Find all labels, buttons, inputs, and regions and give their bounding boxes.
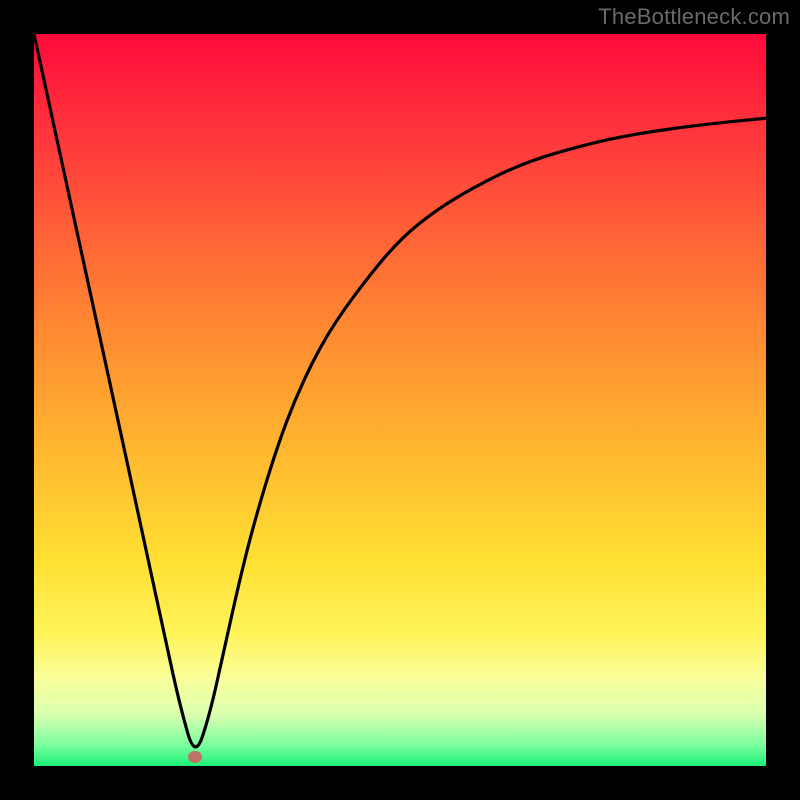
bottleneck-curve <box>34 34 766 766</box>
optimal-point-marker <box>188 751 202 763</box>
watermark-text: TheBottleneck.com <box>598 4 790 30</box>
chart-container: TheBottleneck.com <box>0 0 800 800</box>
plot-area <box>34 34 766 766</box>
